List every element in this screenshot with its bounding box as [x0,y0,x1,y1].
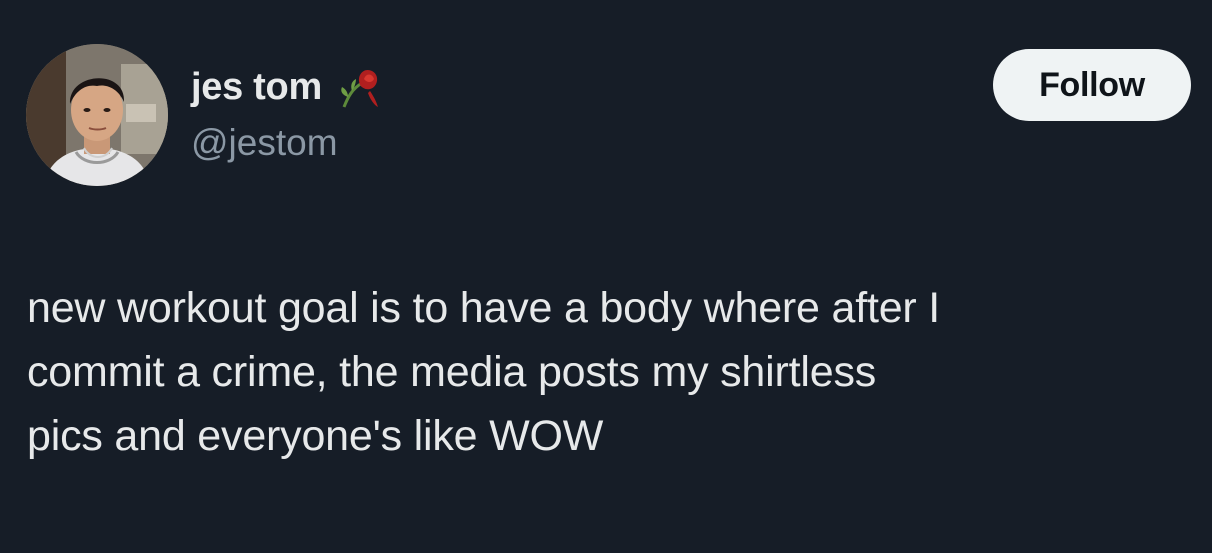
avatar-image [26,44,168,186]
tweet-line: commit a crime, the media posts my shirt… [27,348,877,396]
author-name-row: jes tom [191,60,386,114]
wilted-rose-icon [334,61,386,113]
display-name[interactable]: jes tom [191,66,322,109]
follow-button[interactable]: Follow [993,49,1191,121]
tweet-line: new workout goal is to have a body where… [27,284,941,332]
author-handle[interactable]: @jestom [191,122,338,164]
tweet-line: pics and everyone's like WOW [27,412,604,460]
avatar[interactable] [26,44,168,186]
tweet-text: new workout goal is to have a body where… [27,276,1187,468]
tweet-card: jes tom @jestom Follow new workout goal … [0,0,1212,553]
